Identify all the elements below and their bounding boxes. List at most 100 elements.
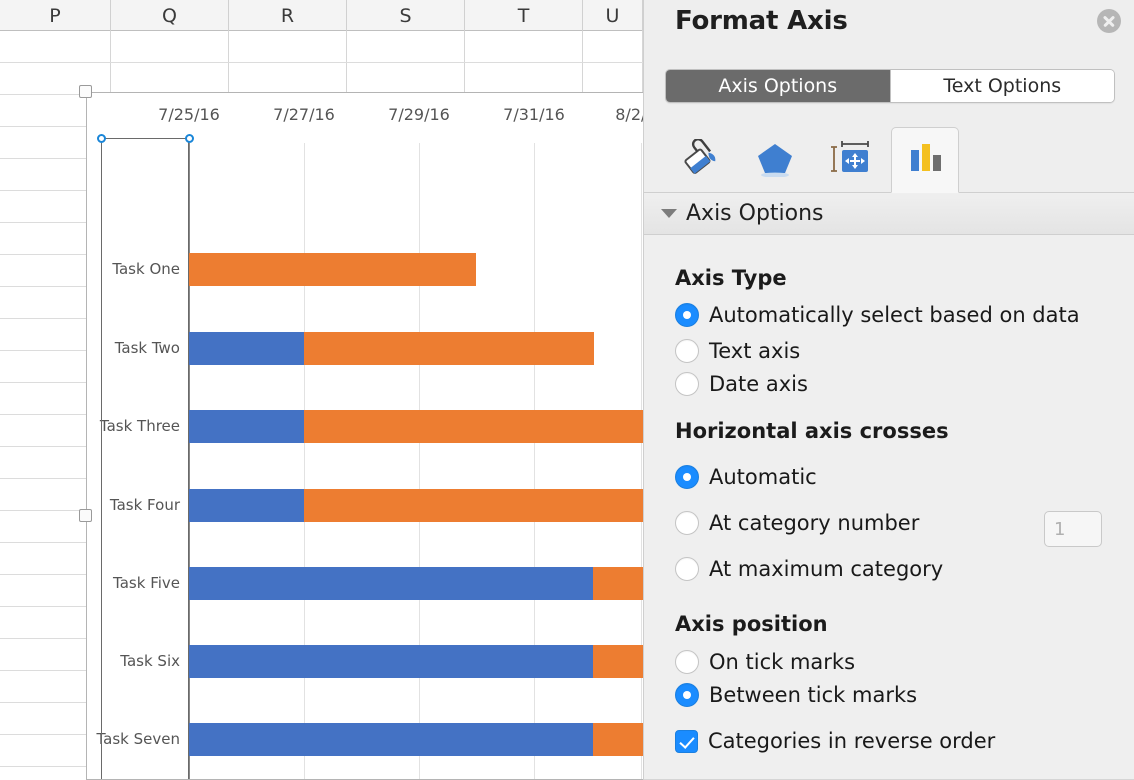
bar-segment-duration[interactable] (304, 332, 594, 365)
spreadsheet-cell[interactable] (229, 31, 347, 62)
panel-title: Format Axis (675, 6, 848, 36)
spreadsheet-cell[interactable] (465, 63, 583, 94)
section-header-label: Axis Options (686, 201, 824, 226)
spreadsheet-cell[interactable] (583, 63, 643, 94)
column-header-p[interactable]: P (0, 0, 111, 31)
icon-tab-effects[interactable] (741, 127, 809, 193)
column-header-u[interactable]: U (583, 0, 643, 31)
checkbox-categories-reverse-icon[interactable] (675, 729, 698, 753)
bar-segment-start[interactable] (189, 489, 304, 522)
category-label: Task Two (114, 338, 180, 357)
icon-tab-size-and-properties[interactable] (816, 127, 884, 193)
bar-segment-start[interactable] (189, 723, 593, 756)
column-header-s[interactable]: S (347, 0, 465, 31)
radio-row-at-maximum-category[interactable]: At maximum category (675, 557, 943, 581)
bar-segment-duration[interactable] (593, 645, 643, 678)
bar-segment-duration[interactable] (304, 489, 643, 522)
date-tick-label: 7/31/16 (503, 105, 565, 124)
pentagon-icon (754, 139, 796, 182)
column-header-t[interactable]: T (465, 0, 583, 31)
date-tick-label: 7/25/16 (158, 105, 220, 124)
spreadsheet-cell[interactable] (111, 31, 229, 62)
format-axis-panel: Format Axis Axis Options Text Options Ax… (643, 0, 1134, 780)
bar-segment-start[interactable] (189, 332, 304, 365)
checkbox-row-categories-reverse[interactable]: Categories in reverse order (675, 729, 995, 753)
radio-at-category-number-icon[interactable] (675, 511, 699, 535)
spreadsheet-cell[interactable] (583, 31, 643, 62)
chevron-down-icon[interactable] (661, 209, 677, 218)
column-header-row: P Q R S T U (0, 0, 643, 31)
bar-row[interactable] (189, 567, 643, 600)
radio-text-axis-icon[interactable] (675, 339, 699, 363)
radio-at-maximum-category-label: At maximum category (709, 557, 944, 581)
category-label: Task Seven (96, 729, 180, 748)
spreadsheet-cell[interactable] (111, 63, 229, 94)
chart-resize-handle-top-left[interactable] (79, 85, 92, 98)
chart-resize-handle-middle-left[interactable] (79, 509, 92, 522)
radio-row-date-axis[interactable]: Date axis (675, 372, 808, 396)
column-header-q[interactable]: Q (111, 0, 229, 31)
chart-object[interactable]: 7/25/16 7/27/16 7/29/16 7/31/16 8/2/16 Task … (86, 92, 643, 780)
radio-on-tick-marks-icon[interactable] (675, 650, 699, 674)
radio-at-maximum-category-icon[interactable] (675, 557, 699, 581)
bar-row[interactable] (189, 645, 643, 678)
spreadsheet-cell[interactable] (0, 63, 111, 94)
category-number-input[interactable] (1044, 511, 1102, 547)
column-header-r[interactable]: R (229, 0, 347, 31)
panel-segmented-tabs[interactable]: Axis Options Text Options (665, 69, 1115, 103)
bar-row[interactable] (189, 410, 643, 443)
radio-row-on-tick-marks[interactable]: On tick marks (675, 650, 855, 674)
category-label: Task Three (99, 416, 180, 435)
radio-auto-select-label: Automatically select based on data (709, 303, 1080, 327)
bar-segment-duration[interactable] (304, 410, 643, 443)
category-label: Task One (112, 259, 180, 278)
tab-text-options[interactable]: Text Options (889, 70, 1114, 102)
spreadsheet-row[interactable] (0, 31, 643, 63)
radio-row-between-tick-marks[interactable]: Between tick marks (675, 683, 917, 707)
radio-automatic-label: Automatic (709, 465, 817, 489)
icon-tab-axis-options[interactable] (891, 127, 959, 193)
bar-row[interactable] (189, 723, 643, 756)
spreadsheet-cell[interactable] (229, 63, 347, 94)
axis-selection-handle-top-right[interactable] (185, 134, 194, 143)
bar-row[interactable] (189, 489, 643, 522)
bar-segment-start[interactable] (189, 567, 593, 600)
radio-auto-select-icon[interactable] (675, 303, 699, 327)
axis-options-section-header[interactable]: Axis Options (644, 193, 1134, 235)
axis-options-body: Axis Type Automatically select based on … (644, 235, 1134, 780)
radio-row-text-axis[interactable]: Text axis (675, 339, 800, 363)
group-title-horizontal-axis-crosses: Horizontal axis crosses (675, 419, 949, 443)
chart-plot-area[interactable] (189, 143, 643, 779)
spreadsheet-cell[interactable] (347, 63, 465, 94)
bar-segment-start[interactable] (189, 645, 593, 678)
spreadsheet-cell[interactable] (465, 31, 583, 62)
bar-segment-start[interactable] (189, 410, 304, 443)
spreadsheet-cell[interactable] (0, 31, 111, 62)
panel-icon-tabs[interactable] (644, 127, 1134, 193)
bar-segment-duration[interactable] (593, 723, 643, 756)
group-title-axis-position: Axis position (675, 612, 828, 636)
category-axis-line (189, 143, 190, 779)
bar-row[interactable] (189, 332, 643, 365)
tab-axis-options[interactable]: Axis Options (666, 70, 890, 102)
axis-selection-handle-top-left[interactable] (97, 134, 106, 143)
radio-row-auto-select[interactable]: Automatically select based on data (675, 303, 1080, 327)
bar-row[interactable] (189, 253, 643, 286)
radio-between-tick-marks-icon[interactable] (675, 683, 699, 707)
icon-tab-fill-and-line[interactable] (666, 127, 734, 193)
close-icon[interactable] (1097, 9, 1121, 33)
radio-text-axis-label: Text axis (709, 339, 801, 363)
category-axis-selection-box (101, 138, 189, 779)
radio-date-axis-icon[interactable] (675, 372, 699, 396)
checkbox-categories-reverse-label: Categories in reverse order (708, 729, 996, 753)
radio-row-automatic[interactable]: Automatic (675, 465, 817, 489)
radio-on-tick-marks-label: On tick marks (709, 650, 856, 674)
bar-segment-duration[interactable] (593, 567, 643, 600)
gridline (641, 143, 642, 779)
bar-segment-duration[interactable] (189, 253, 476, 286)
spreadsheet-cell[interactable] (347, 31, 465, 62)
spreadsheet-row[interactable] (0, 63, 643, 95)
date-tick-label: 7/27/16 (273, 105, 335, 124)
bar-chart-icon (904, 139, 946, 182)
radio-automatic-icon[interactable] (675, 465, 699, 489)
